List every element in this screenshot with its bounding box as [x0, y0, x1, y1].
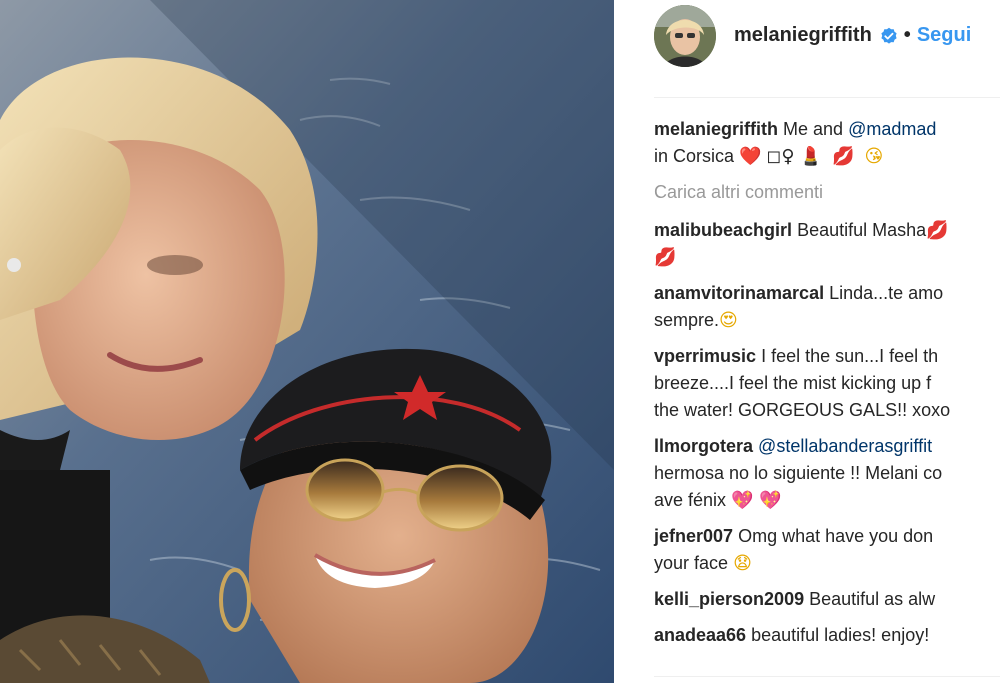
- comment-item: llmorgotera @stellabanderasgriffit hermo…: [654, 433, 1000, 514]
- comment-username[interactable]: vperrimusic: [654, 346, 756, 366]
- comment-text-line3: ave fénix: [654, 490, 727, 510]
- comment-text: Beautiful as alw: [809, 589, 936, 609]
- post-side-panel: melaniegriffith • Segui melaniegriffith …: [614, 0, 1000, 683]
- comment-username[interactable]: jefner007: [654, 526, 733, 546]
- caption-username[interactable]: melaniegriffith: [654, 119, 778, 139]
- comment-username[interactable]: malibubeachgirl: [654, 220, 792, 240]
- comment-text-line3: the water! GORGEOUS GALS!! xoxo: [654, 400, 951, 420]
- caption: melaniegriffith Me and @madmad in Corsic…: [654, 116, 1000, 170]
- comment-username[interactable]: anamvitorinamarcal: [654, 283, 824, 303]
- comment-item: anadeaa66 beautiful ladies! enjoy!: [654, 622, 1000, 649]
- comment-text: Omg what have you don: [738, 526, 934, 546]
- caption-text: Me and: [783, 119, 844, 139]
- comment-mention[interactable]: @stellabanderasgriffit: [758, 436, 932, 456]
- comments-bottom-divider: [654, 676, 1000, 677]
- comment-text-line2: your face: [654, 553, 729, 573]
- kiss-mark-emoji-icon: 💋: [926, 220, 949, 241]
- header-divider: [654, 97, 1000, 98]
- comment-username[interactable]: anadeaa66: [654, 625, 746, 645]
- header-username[interactable]: melaniegriffith: [734, 24, 872, 47]
- comment-item: anamvitorinamarcal Linda...te amo sempre…: [654, 280, 1000, 334]
- comment-text: I feel the sun...I feel th: [761, 346, 939, 366]
- comment-username[interactable]: llmorgotera: [654, 436, 753, 456]
- post-header: melaniegriffith • Segui: [614, 0, 1000, 88]
- comment-item: kelli_pierson2009 Beautiful as alw: [654, 586, 1000, 613]
- lipstick-emoji-icon: 💄: [799, 146, 823, 167]
- post-photo[interactable]: [0, 0, 614, 683]
- follow-button[interactable]: Segui: [917, 24, 971, 47]
- comment-text: beautiful ladies! enjoy!: [751, 625, 930, 645]
- avatar-image: [654, 5, 716, 67]
- comment-text: Beautiful Masha: [797, 220, 927, 240]
- avatar[interactable]: [654, 5, 716, 67]
- caption-mention[interactable]: @madmad: [848, 119, 936, 139]
- comment-text-line2: hermosa no lo siguiente !! Melani co: [654, 463, 943, 483]
- anguished-face-emoji-icon: 😧: [733, 553, 752, 574]
- comment-item: vperrimusic I feel the sun...I feel th b…: [654, 343, 1000, 424]
- caption-text-line2: in Corsica: [654, 146, 735, 166]
- comments-list: melaniegriffith Me and @madmad in Corsic…: [654, 116, 1000, 658]
- comment-text: Linda...te amo: [829, 283, 944, 303]
- header-user-row: melaniegriffith • Segui: [734, 24, 971, 47]
- comment-text-line2: breeze....I feel the mist kicking up f: [654, 373, 932, 393]
- load-more-comments-button[interactable]: Carica altri commenti: [654, 179, 1000, 206]
- comment-username[interactable]: kelli_pierson2009: [654, 589, 804, 609]
- female-sign-emoji-icon: ◻♀: [766, 146, 795, 167]
- selfie-image: [0, 0, 614, 683]
- verified-badge-icon: [880, 27, 898, 45]
- kiss-mark-emoji-icon: 💋: [654, 247, 677, 268]
- comment-item: jefner007 Omg what have you don your fac…: [654, 523, 1000, 577]
- face-blowing-kiss-emoji-icon: 😘: [864, 146, 884, 167]
- comment-text-line2: sempre.: [654, 310, 720, 330]
- heart-eyes-emoji-icon: 😍: [719, 310, 738, 331]
- separator-dot: •: [903, 24, 911, 46]
- heart-emoji-icon: ❤️: [739, 146, 762, 167]
- comment-item: malibubeachgirl Beautiful Masha💋 💋: [654, 217, 1000, 271]
- sparkling-heart-emoji-icon: 💖 💖: [731, 490, 782, 511]
- kiss-mark-emoji-icon: 💋: [832, 146, 855, 167]
